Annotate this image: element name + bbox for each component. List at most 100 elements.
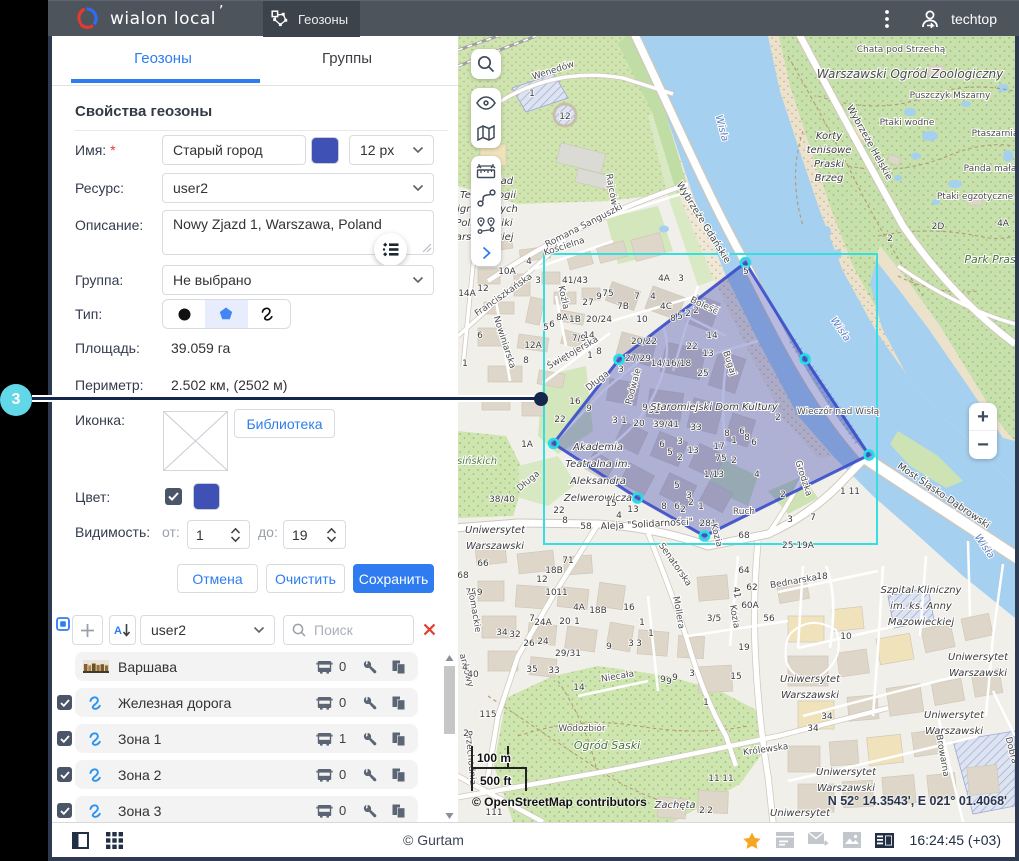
fill-color-swatch[interactable]	[193, 483, 220, 510]
list-scrollbar[interactable]	[443, 652, 456, 822]
thickness-select[interactable]: 12 px	[349, 135, 434, 165]
map-attribution[interactable]: © OpenStreetMap contributors	[472, 795, 647, 809]
map-label: 41/43	[562, 276, 588, 286]
line-color-swatch[interactable]	[311, 137, 339, 164]
map-canvas[interactable]: Wenedów112Romana SanguszkiRajcówKościeln…	[458, 36, 1015, 822]
geofence-list-item[interactable]: Зона 20	[75, 760, 418, 789]
app-tab-geofences[interactable]: Геозоны	[263, 1, 360, 37]
row-checkbox[interactable]	[57, 803, 72, 818]
media-icon[interactable]	[843, 832, 861, 848]
group-select[interactable]: Не выбрано	[162, 265, 434, 295]
scrollbar-thumb[interactable]	[444, 666, 455, 734]
name-input[interactable]	[162, 135, 306, 165]
map-label: 35	[526, 665, 537, 675]
address-tools-button[interactable]	[374, 233, 407, 266]
menu-dots-icon[interactable]	[885, 10, 889, 28]
vertex-handle[interactable]	[865, 451, 874, 460]
map-label: 2	[731, 456, 737, 466]
svg-text:A: A	[114, 625, 122, 637]
row-copy-button[interactable]	[392, 660, 405, 674]
geofence-list-item[interactable]: Варшава0	[75, 652, 418, 681]
app-logo[interactable]: wialon local	[74, 5, 216, 32]
vertex-handle[interactable]	[549, 439, 558, 448]
save-button[interactable]: Сохранить	[353, 564, 434, 593]
news-icon[interactable]	[875, 833, 894, 848]
clear-button[interactable]: Очистить	[266, 564, 345, 593]
stepper-arrows-icon[interactable]	[230, 527, 241, 543]
row-properties-button[interactable]	[363, 660, 377, 674]
vertex-handle[interactable]	[801, 355, 810, 364]
visibility-to-stepper[interactable]: 19	[283, 520, 346, 549]
user-icon[interactable]	[919, 8, 941, 30]
search-box[interactable]: Поиск	[283, 615, 414, 645]
zoom-in-button[interactable]: +	[969, 403, 997, 431]
geofence-list-item[interactable]: Зона 30	[75, 796, 418, 822]
map-label: 5	[667, 448, 673, 458]
map-label: 34	[821, 712, 833, 722]
close-list-icon[interactable]	[423, 623, 436, 636]
row-properties-button[interactable]	[363, 768, 377, 782]
map-label: 2	[780, 490, 786, 500]
map-label: asińskich	[458, 455, 497, 467]
row-checkbox[interactable]	[57, 695, 72, 710]
type-line-option[interactable]	[248, 300, 290, 328]
map-label: Zelwerowicza	[563, 493, 632, 504]
resize-handle-icon[interactable]	[422, 243, 432, 253]
mail-notification-icon[interactable]	[808, 832, 829, 848]
select-mode-icon[interactable]	[56, 617, 70, 631]
zoom-control: + −	[969, 403, 997, 459]
vertex-handle[interactable]	[633, 494, 642, 503]
stepper-arrows-icon[interactable]	[326, 527, 337, 543]
resource-label: Ресурс:	[75, 180, 124, 196]
list-resource-select[interactable]: user2	[140, 615, 275, 645]
scroll-up-icon[interactable]	[445, 654, 454, 662]
favorites-star-icon[interactable]	[743, 832, 761, 849]
panel-toggle-icon[interactable]	[72, 832, 89, 849]
row-properties-button[interactable]	[363, 732, 377, 746]
map-ruler-button[interactable]	[471, 156, 501, 184]
map[interactable]: Wenedów112Romana SanguszkiRajcówKościeln…	[458, 36, 1015, 822]
map-label: 32	[509, 630, 520, 640]
resource-select[interactable]: user2	[162, 173, 434, 203]
geofence-list-item[interactable]: Железная дорога0	[75, 688, 418, 717]
row-copy-button[interactable]	[392, 732, 405, 746]
visibility-label: Видимость:	[75, 524, 150, 540]
map-search-button[interactable]	[471, 49, 501, 79]
vertex-handle[interactable]	[741, 258, 750, 267]
row-checkbox[interactable]	[57, 767, 72, 782]
row-copy-button[interactable]	[392, 804, 405, 818]
zoom-out-button[interactable]: −	[969, 431, 997, 459]
map-source-button[interactable]	[471, 118, 501, 148]
row-copy-button[interactable]	[392, 696, 405, 710]
apps-grid-icon[interactable]	[106, 832, 123, 849]
type-polygon-option[interactable]	[205, 300, 247, 328]
row-properties-button[interactable]	[363, 696, 377, 710]
registry-icon[interactable]	[776, 832, 794, 848]
map-markers-button[interactable]	[471, 212, 501, 240]
map-expand-button[interactable]	[471, 240, 501, 266]
library-button[interactable]: Библиотека	[234, 409, 335, 438]
top-bar: wialon local Геозоны techtop	[48, 0, 1019, 36]
clock-time: 16:24:45 (+03)	[910, 832, 1001, 848]
map-visibility-button[interactable]	[471, 88, 501, 118]
geofence-list-item[interactable]: Зона 11	[75, 724, 418, 753]
vertex-handle[interactable]	[615, 355, 624, 364]
scroll-down-icon[interactable]	[445, 812, 454, 820]
vertex-handle[interactable]	[700, 532, 709, 541]
sort-button[interactable]: A	[109, 615, 136, 645]
cancel-button[interactable]: Отмена	[177, 564, 258, 593]
row-copy-button[interactable]	[392, 768, 405, 782]
type-circle-option[interactable]	[163, 300, 205, 328]
map-search-control[interactable]	[471, 49, 501, 79]
color-checkbox[interactable]	[165, 488, 182, 505]
username[interactable]: techtop	[951, 11, 997, 27]
row-checkbox[interactable]	[57, 731, 72, 746]
geofence-name: Зона 2	[118, 767, 161, 783]
visibility-from-stepper[interactable]: 1	[187, 520, 250, 549]
map-routing-button[interactable]	[471, 184, 501, 212]
line-type-icon	[261, 307, 276, 321]
add-geofence-button[interactable]	[72, 615, 103, 645]
map-label: 41	[730, 586, 742, 599]
icon-placeholder[interactable]	[163, 411, 228, 471]
row-properties-button[interactable]	[363, 804, 377, 818]
